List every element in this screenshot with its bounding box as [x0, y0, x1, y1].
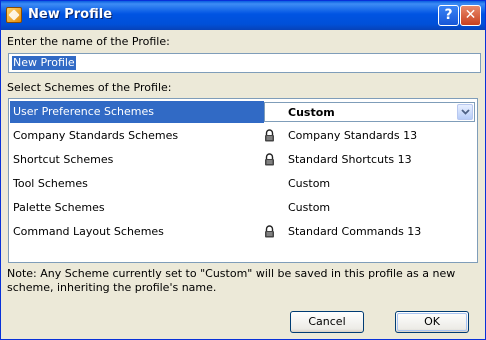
padlock-icon: [265, 153, 274, 166]
title-bar[interactable]: New Profile ? ✕: [1, 1, 485, 30]
scheme-value: Custom: [288, 177, 331, 190]
scheme-name: Palette Schemes: [13, 201, 105, 214]
cancel-button[interactable]: Cancel: [290, 311, 364, 333]
note-text: Note: Any Scheme currently set to "Custo…: [7, 267, 456, 294]
padlock-icon: [265, 129, 274, 142]
profile-name-label: Enter the name of the Profile:: [7, 35, 170, 48]
close-button[interactable]: ✕: [460, 5, 481, 26]
scheme-value-dropdown[interactable]: Custom: [264, 102, 475, 122]
dropdown-value: Custom: [288, 106, 335, 119]
app-icon: [6, 7, 22, 23]
scheme-row-command-layout[interactable]: Command Layout Schemes Standard Commands…: [10, 221, 476, 243]
scheme-row-user-preference[interactable]: User Preference Schemes Custom: [10, 101, 476, 123]
scheme-row-company-standards[interactable]: Company Standards Schemes Company Standa…: [10, 125, 476, 147]
scheme-name: Command Layout Schemes: [13, 225, 164, 238]
scheme-value: Custom: [288, 201, 331, 214]
scheme-row-palette[interactable]: Palette Schemes Custom: [10, 197, 476, 219]
new-profile-dialog: New Profile ? ✕ Enter the name of the Pr…: [0, 0, 486, 340]
profile-name-value: New Profile: [12, 56, 76, 70]
schemes-list[interactable]: User Preference Schemes Custom Company S…: [8, 98, 478, 263]
help-button[interactable]: ?: [438, 5, 459, 26]
scheme-value: Standard Shortcuts 13: [288, 153, 412, 166]
scheme-value: Standard Commands 13: [288, 225, 422, 238]
ok-button[interactable]: OK: [395, 311, 469, 333]
schemes-label: Select Schemes of the Profile:: [7, 81, 172, 94]
scheme-name: Company Standards Schemes: [13, 129, 179, 142]
window-title: New Profile: [28, 7, 113, 22]
scheme-row-shortcut[interactable]: Shortcut Schemes Standard Shortcuts 13: [10, 149, 476, 171]
scheme-name: Shortcut Schemes: [13, 153, 114, 166]
profile-name-input[interactable]: New Profile: [8, 53, 481, 73]
scheme-name: User Preference Schemes: [13, 105, 155, 118]
scheme-name: Tool Schemes: [13, 177, 88, 190]
padlock-icon: [265, 225, 274, 238]
scheme-row-tool[interactable]: Tool Schemes Custom: [10, 173, 476, 195]
chevron-down-icon[interactable]: [457, 104, 473, 120]
scheme-value: Company Standards 13: [288, 129, 418, 142]
